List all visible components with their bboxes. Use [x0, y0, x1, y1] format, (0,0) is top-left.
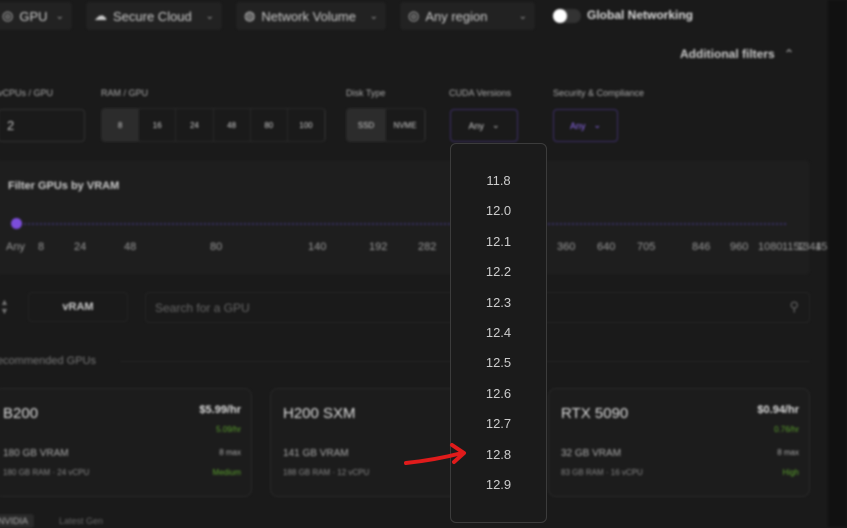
ram-selector: 8 16 24 48 80 100	[101, 108, 326, 142]
vram-filter-title: Filter GPUs by VRAM	[8, 180, 120, 192]
cuda-version-option[interactable]: 12.0	[451, 203, 546, 218]
cuda-version-option[interactable]: 12.7	[451, 416, 546, 431]
volume-icon: ◍	[244, 8, 256, 23]
vram-tick-label: 705	[637, 241, 656, 253]
cuda-version-option[interactable]: 11.8	[451, 173, 546, 188]
vram-tick-label: 846	[692, 241, 711, 253]
gpu-vram: 180 GB VRAM	[3, 448, 69, 459]
gpu-filter-label: GPU	[19, 8, 48, 24]
vram-filter-panel	[0, 160, 810, 275]
vram-tick-label: 640	[597, 241, 616, 253]
gpu-vram: 141 GB VRAM	[283, 448, 349, 459]
vram-tick-label: 24	[74, 241, 87, 253]
gpu-ram-cpu: 83 GB RAM · 16 vCPU	[561, 468, 643, 477]
side-panel-edge	[828, 0, 847, 527]
vram-tick-label: 140	[308, 241, 327, 253]
additional-filters-toggle[interactable]: Additional filters ⌃	[680, 47, 794, 61]
volume-filter-dropdown[interactable]: ◍ Network Volume ⌄	[236, 2, 386, 30]
gpu-card-b200[interactable]: B200 $5.99/hr 5.09/hr 180 GB VRAM 8 max 180 G…	[0, 388, 252, 497]
globe-icon: ◎	[408, 8, 420, 23]
vram-tick-label: 48	[124, 241, 137, 253]
ram-option[interactable]: 8	[102, 109, 140, 141]
gpu-price: $5.99/hr	[199, 404, 241, 416]
vram-tick-label: 282	[418, 241, 437, 253]
ram-option[interactable]: 16	[139, 109, 177, 141]
tab-nvidia[interactable]: NVIDIA	[0, 514, 35, 528]
vram-tick-label: 80	[210, 241, 223, 253]
gpu-name: B200	[3, 405, 39, 422]
disk-selector: SSD NVME	[346, 108, 426, 142]
security-dropdown[interactable]: Any ⌄	[553, 109, 618, 142]
gpu-name: RTX 5090	[561, 405, 629, 422]
chevron-down-icon: ⌄	[205, 10, 214, 22]
recommended-gpus-heading: Recommended GPUs	[0, 355, 96, 367]
vram-tick-label: Any	[6, 241, 25, 253]
disk-option[interactable]: SSD	[347, 109, 386, 141]
region-filter-label: Any region	[425, 8, 488, 24]
cuda-dropdown[interactable]: Any ⌄	[450, 109, 518, 142]
cuda-version-option[interactable]: 12.3	[451, 295, 546, 310]
search-placeholder: Search for a GPU	[155, 301, 250, 315]
security-label: Security & Compliance	[553, 88, 645, 98]
cuda-version-option[interactable]: 12.4	[451, 325, 546, 340]
cloud-icon: ☁	[94, 8, 107, 23]
disk-label: Disk Type	[346, 88, 386, 98]
gpu-ram-cpu: 180 GB RAM · 24 vCPU	[3, 468, 90, 477]
gpu-name: H200 SXM	[283, 405, 356, 422]
gpu-availability: Medium	[212, 468, 241, 477]
additional-filters-label: Additional filters	[680, 47, 775, 61]
disk-option[interactable]: NVME	[386, 109, 425, 141]
tab-latest-gen[interactable]: Latest Gen	[59, 516, 103, 526]
ram-option[interactable]: 100	[288, 109, 325, 141]
vcpu-input[interactable]: 2	[0, 109, 85, 142]
chevron-down-icon: ⌄	[491, 120, 500, 130]
gpu-card-rtx-5090[interactable]: RTX 5090 $0.94/hr 0.76/hr 32 GB VRAM 8 max 83…	[548, 388, 810, 497]
cuda-version-option[interactable]: 12.1	[451, 234, 546, 249]
gpu-spot-price: 0.76/hr	[774, 425, 799, 434]
cuda-value: Any	[468, 120, 484, 131]
ram-option[interactable]: 80	[251, 109, 288, 141]
search-icon: ⚲	[789, 299, 799, 314]
cuda-label: CUDA Versions	[449, 88, 512, 98]
cloud-filter-label: Secure Cloud	[113, 8, 192, 24]
ram-option[interactable]: 48	[214, 109, 251, 141]
ram-option[interactable]: 24	[176, 109, 214, 141]
gpu-max: 8 max	[777, 448, 799, 457]
vram-tick-label: 192	[369, 241, 388, 253]
global-networking-label: Global Networking	[587, 8, 694, 22]
chevron-down-icon: ⌄	[593, 120, 602, 130]
sort-arrows-icon[interactable]: ▲ ▼	[0, 298, 9, 316]
gpu-filter-dropdown[interactable]: ◎ GPU ⌄	[0, 2, 72, 30]
vram-slider-handle[interactable]	[11, 218, 22, 229]
gpu-price: $0.94/hr	[757, 404, 799, 416]
cloud-filter-dropdown[interactable]: ☁ Secure Cloud ⌄	[86, 2, 222, 30]
region-filter-dropdown[interactable]: ◎ Any region ⌄	[400, 2, 535, 30]
gpu-vram: 32 GB VRAM	[561, 448, 622, 459]
security-value: Any	[569, 120, 586, 131]
cuda-version-option[interactable]: 12.6	[451, 386, 546, 401]
vram-tick-label: 8	[38, 241, 45, 253]
vram-tick-label: 960	[730, 241, 749, 253]
gpu-icon: ◎	[2, 8, 14, 23]
chevron-up-icon: ⌃	[784, 47, 795, 61]
gpu-spot-price: 5.09/hr	[216, 425, 241, 434]
cuda-version-option[interactable]: 12.9	[451, 477, 546, 492]
vcpu-label: vCPUs / GPU	[0, 88, 54, 98]
global-networking-toggle[interactable]	[553, 9, 581, 23]
red-arrow-annotation	[404, 443, 466, 465]
vram-tick-label: 1080	[758, 241, 783, 253]
sort-by-vram-button[interactable]: vRAM	[28, 292, 128, 322]
chevron-down-icon: ⌄	[369, 10, 378, 22]
chevron-down-icon: ⌄	[55, 10, 64, 22]
chevron-down-icon: ⌄	[518, 10, 527, 22]
vram-tick-label: 360	[557, 241, 576, 253]
ram-label: RAM / GPU	[101, 88, 149, 98]
volume-filter-label: Network Volume	[261, 8, 356, 24]
gpu-ram-cpu: 188 GB RAM · 12 vCPU	[283, 468, 370, 477]
gpu-availability: High	[782, 468, 799, 477]
gpu-max: 8 max	[219, 448, 241, 457]
cuda-version-option[interactable]: 12.5	[451, 355, 546, 370]
vram-slider-track[interactable]	[16, 223, 786, 225]
cuda-version-option[interactable]: 12.2	[451, 264, 546, 279]
